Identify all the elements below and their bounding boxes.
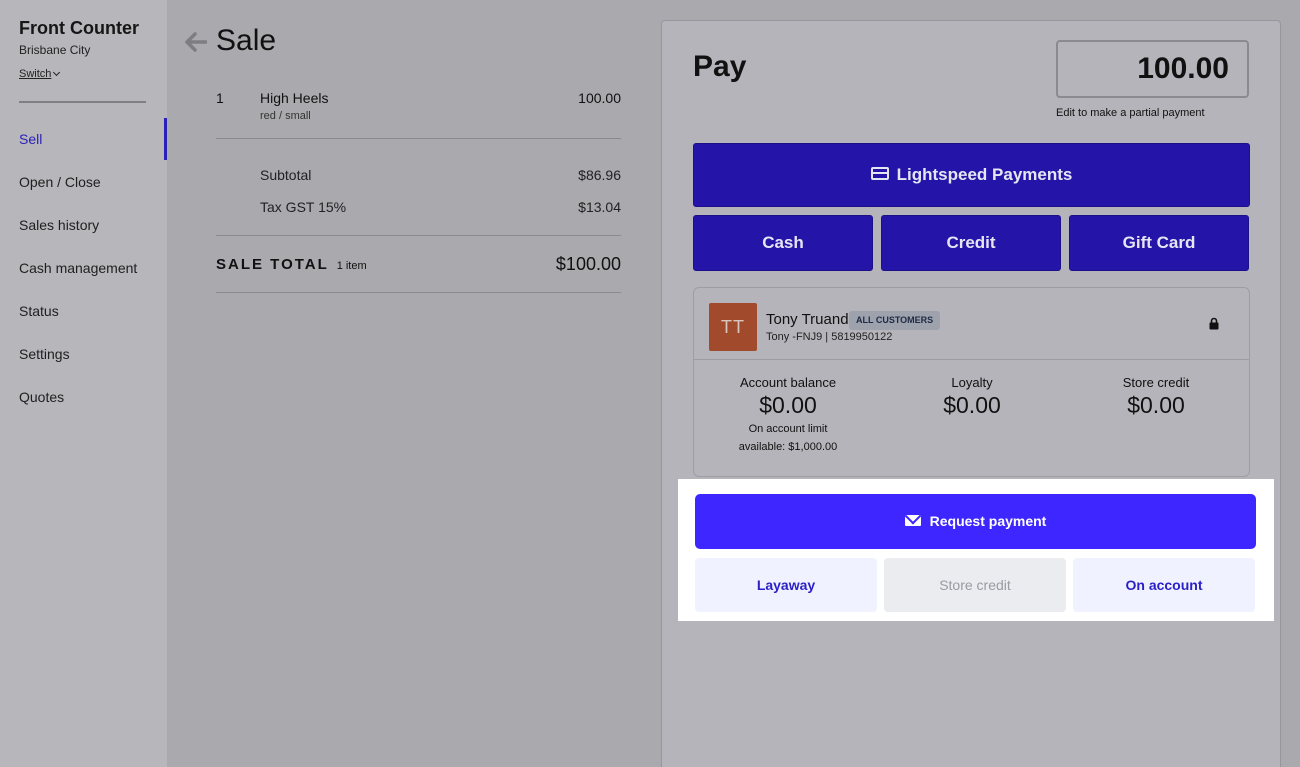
sidebar-item-sell[interactable]: Sell	[0, 118, 167, 161]
tax-label: Tax GST 15%	[260, 199, 347, 215]
divider	[216, 292, 621, 293]
store-credit-value: $0.00	[1127, 392, 1185, 418]
account-balance-value: $0.00	[759, 392, 817, 418]
customer-card-divider	[693, 359, 1250, 360]
customer-group-badge: ALL CUSTOMERS	[849, 311, 941, 330]
subtotal-value: $86.96	[578, 167, 621, 183]
sidebar-item-quotes[interactable]: Quotes	[0, 376, 167, 419]
sidebar-item-status[interactable]: Status	[0, 290, 167, 333]
credit-card-icon	[870, 167, 889, 181]
store-credit-button[interactable]: Store credit	[884, 558, 1066, 612]
lightspeed-payments-label: Lightspeed Payments	[896, 165, 1073, 184]
sidebar: Front Counter Brisbane City Switch Sell …	[0, 0, 167, 767]
cash-button[interactable]: Cash	[693, 215, 873, 271]
amount-hint: Edit to make a partial payment	[1056, 107, 1205, 119]
sidebar-item-sales-history[interactable]: Sales history	[0, 204, 167, 247]
lock-icon[interactable]	[1209, 317, 1219, 330]
sale-item-count: 1 item	[336, 260, 367, 272]
lightspeed-payments-button[interactable]: Lightspeed Payments	[693, 143, 1250, 207]
customer-meta: Tony -FNJ9 | 5819950122	[766, 331, 893, 343]
request-payment-button[interactable]: Request payment	[695, 494, 1256, 549]
customer-name[interactable]: Tony Truand	[766, 311, 849, 328]
divider	[216, 138, 621, 139]
line-item-price[interactable]: 100.00	[578, 90, 621, 106]
sale-total-label: SALE TOTAL 1 item	[216, 256, 367, 273]
on-account-button[interactable]: On account	[1073, 558, 1255, 612]
account-balance-label: Account balance	[739, 375, 837, 390]
account-balance-stat: Account balance $0.00 On account limit a…	[693, 375, 883, 456]
sidebar-item-cash-management[interactable]: Cash management	[0, 247, 167, 290]
register-location: Brisbane City	[19, 43, 91, 57]
credit-button[interactable]: Credit	[881, 215, 1061, 271]
layaway-button[interactable]: Layaway	[695, 558, 877, 612]
register-title: Front Counter	[19, 18, 139, 38]
store-credit-label: Store credit	[1122, 375, 1190, 390]
sidebar-divider	[19, 101, 146, 103]
line-item-name[interactable]: High Heels	[260, 90, 328, 106]
sidebar-nav: Sell Open / Close Sales history Cash man…	[0, 118, 167, 419]
tax-value: $13.04	[578, 199, 621, 215]
store-credit-stat: Store credit $0.00	[1061, 375, 1251, 419]
pay-title: Pay	[693, 50, 747, 83]
payment-amount-input[interactable]: 100.00	[1056, 40, 1249, 98]
loyalty-label: Loyalty	[951, 375, 993, 390]
sidebar-item-settings[interactable]: Settings	[0, 333, 167, 376]
account-limit-note: On account limit available: $1,000.00	[738, 423, 838, 453]
back-arrow-icon[interactable]	[185, 32, 207, 52]
line-item-variant: red / small	[260, 110, 311, 122]
loyalty-stat: Loyalty $0.00	[877, 375, 1067, 419]
loyalty-value: $0.00	[943, 392, 1001, 418]
gift-card-button[interactable]: Gift Card	[1069, 215, 1249, 271]
avatar: TT	[709, 303, 757, 351]
line-item-quantity[interactable]: 1	[216, 90, 224, 106]
sidebar-item-open-close[interactable]: Open / Close	[0, 161, 167, 204]
request-payment-label: Request payment	[929, 513, 1047, 529]
sale-total-value: $100.00	[555, 254, 621, 274]
subtotal-label: Subtotal	[260, 167, 312, 183]
switch-register-link[interactable]: Switch	[19, 68, 61, 80]
mail-icon	[904, 514, 921, 526]
sale-total-text: SALE TOTAL	[216, 256, 329, 273]
switch-label: Switch	[19, 68, 52, 80]
chevron-down-icon	[53, 68, 61, 77]
divider	[216, 235, 621, 236]
sale-title: Sale	[216, 24, 277, 57]
